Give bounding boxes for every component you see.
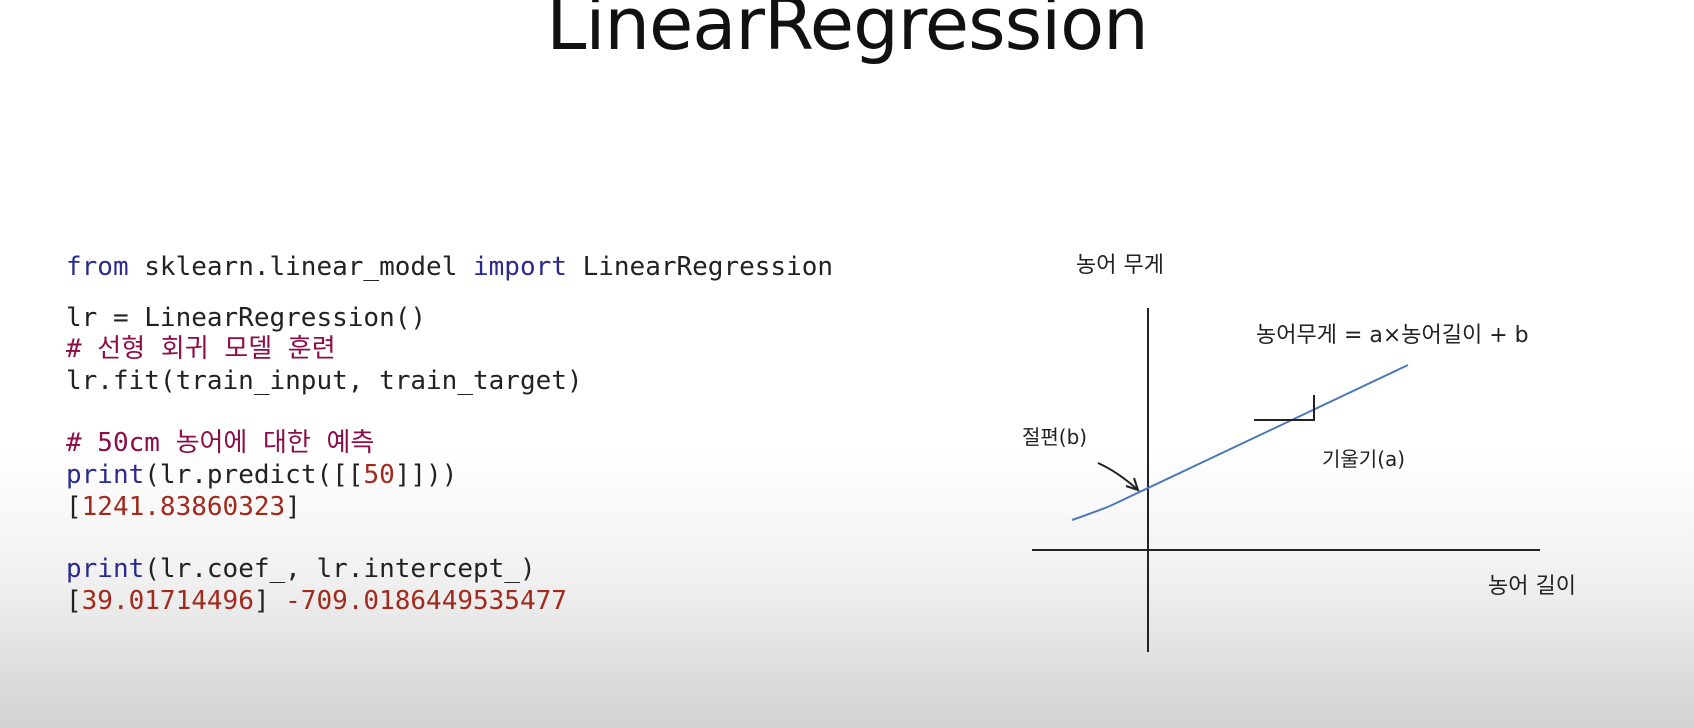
regression-diagram: 농어 무게 농어 길이 농어무게 = a×농어길이 + b 절편(b) 기울기(…	[1022, 253, 1576, 652]
slope-label: 기울기(a)	[1322, 447, 1405, 471]
keyword-from: from	[66, 252, 129, 282]
intercept-label: 절편(b)	[1022, 425, 1087, 449]
code-line-predict: print(lr.predict([[50]]))	[66, 458, 457, 492]
predict-call-open: (lr.predict([[	[144, 460, 364, 490]
code-comment-predict: # 50cm 농어에 대한 예측	[66, 428, 375, 458]
slope-triangle	[1254, 395, 1315, 421]
code-line-fit: lr.fit(train_input, train_target)	[66, 366, 583, 396]
code-line-import: from sklearn.linear_model import LinearR…	[66, 250, 833, 284]
keyword-print: print	[66, 460, 145, 490]
coef-number: 39.01714496	[81, 586, 254, 616]
code-output-predict: [1241.83860323]	[66, 490, 301, 524]
class-name: LinearRegression	[566, 252, 834, 282]
code-comment-train: # 선형 회귀 모델 훈련	[66, 334, 336, 364]
regression-line	[1071, 364, 1409, 521]
bracket-open: [	[66, 492, 82, 522]
bracket-open: [	[66, 586, 82, 616]
intercept-number: -709.0186449535477	[285, 586, 567, 616]
intercept-arrow	[1097, 462, 1139, 491]
x-axis-label: 농어 길이	[1488, 574, 1576, 599]
bracket-close: ]	[285, 492, 301, 522]
code-line-instantiate: lr = LinearRegression()	[66, 303, 427, 333]
keyword-import: import	[473, 252, 567, 282]
coef-call-args: (lr.coef_, lr.intercept_)	[144, 554, 536, 584]
keyword-print: print	[66, 554, 145, 584]
module-path: sklearn.linear_model	[128, 252, 473, 282]
slide-title: LinearRegression	[546, 0, 1149, 66]
code-output-coef: [39.01714496] -709.0186449535477	[66, 584, 567, 618]
bracket-close: ]	[253, 586, 286, 616]
equation-label: 농어무게 = a×농어길이 + b	[1256, 323, 1529, 348]
predict-output-number: 1241.83860323	[81, 492, 286, 522]
code-line-coef: print(lr.coef_, lr.intercept_)	[66, 552, 536, 586]
predict-input-number: 50	[363, 460, 395, 490]
predict-call-close: ]]))	[394, 460, 458, 490]
y-axis-label: 농어 무게	[1076, 253, 1164, 278]
